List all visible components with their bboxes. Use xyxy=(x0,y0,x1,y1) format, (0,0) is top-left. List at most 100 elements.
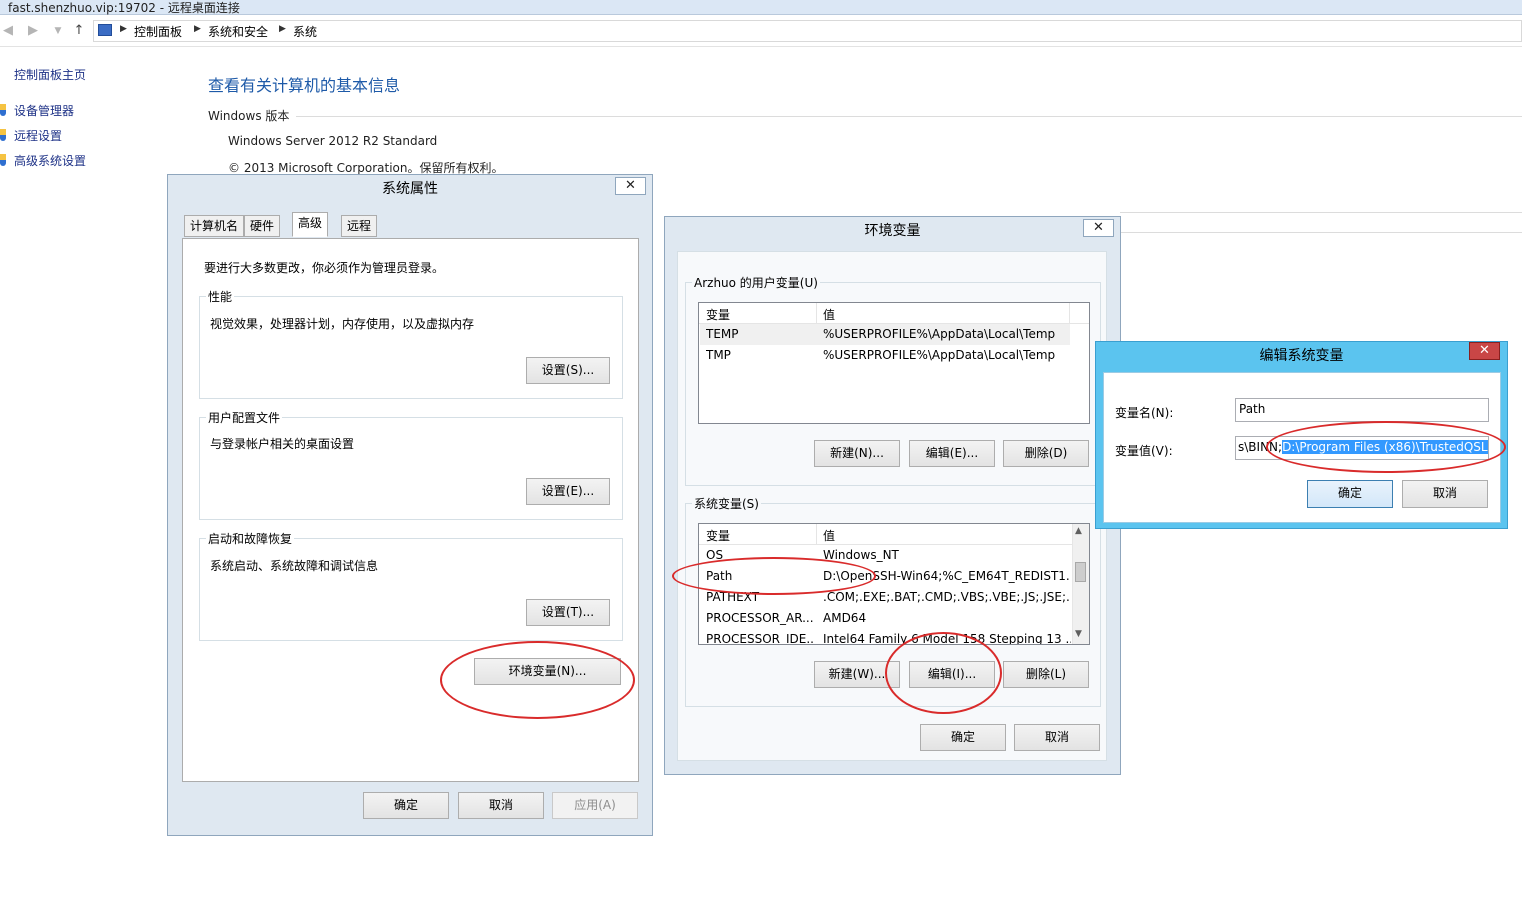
up-arrow-icon[interactable]: ↑ xyxy=(71,23,87,39)
advanced-system-settings-link[interactable]: 高级系统设置 xyxy=(14,152,86,169)
remote-settings-link[interactable]: 远程设置 xyxy=(14,127,62,144)
scrollbar-thumb[interactable] xyxy=(1075,562,1086,582)
column-header-variable[interactable]: 变量 xyxy=(706,306,730,323)
startup-recovery-label: 启动和故障恢复 xyxy=(206,530,295,547)
scroll-up-icon[interactable]: ▲ xyxy=(1075,526,1082,536)
variable-name-field[interactable]: Path xyxy=(1235,398,1489,422)
shield-icon xyxy=(0,104,6,116)
cancel-button[interactable]: 取消 xyxy=(1402,480,1488,508)
user-new-button[interactable]: 新建(N)... xyxy=(814,440,900,467)
variable-value-field[interactable]: s\BINN;D:\Program Files (x86)\TrustedQSL xyxy=(1235,436,1489,460)
forward-icon[interactable]: ▶ xyxy=(25,23,41,39)
startup-recovery-group: 启动和故障恢复 系统启动、系统故障和调试信息 设置(T)... xyxy=(199,530,623,641)
apply-button[interactable]: 应用(A) xyxy=(552,792,638,819)
chevron-right-icon: ▶ xyxy=(194,24,201,34)
address-bar[interactable]: ▶ 控制面板 ▶ 系统和安全 ▶ 系统 xyxy=(93,20,1522,42)
admin-note: 要进行大多数更改，你必须作为管理员登录。 xyxy=(204,261,445,275)
windows-edition-heading: Windows 版本 xyxy=(208,109,290,123)
window-title: fast.shenzhuo.vip:19702 - 远程桌面连接 xyxy=(8,1,240,15)
value-text-prefix: s\BINN; xyxy=(1238,440,1283,454)
user-profile-settings-button[interactable]: 设置(E)... xyxy=(526,478,610,505)
sys-var-name[interactable]: Path xyxy=(706,569,814,583)
user-edit-button[interactable]: 编辑(E)... xyxy=(909,440,995,467)
computer-icon xyxy=(98,24,112,36)
system-new-button[interactable]: 新建(W)... xyxy=(814,661,900,688)
section-divider xyxy=(1120,212,1522,213)
environment-variables-button[interactable]: 环境变量(N)... xyxy=(474,658,621,685)
column-divider xyxy=(816,524,817,544)
sys-var-value[interactable]: Windows_NT xyxy=(823,548,1071,562)
column-header-value[interactable]: 值 xyxy=(823,306,835,323)
breadcrumb-control-panel[interactable]: 控制面板 xyxy=(134,23,182,40)
user-variables-list[interactable]: 变量 值 TEMP %USERPROFILE%\AppData\Local\Te… xyxy=(698,302,1090,424)
close-icon[interactable]: ✕ xyxy=(1469,342,1500,360)
scroll-down-icon[interactable]: ▼ xyxy=(1075,629,1082,639)
vertical-scrollbar[interactable]: ▲ ▼ xyxy=(1072,524,1089,644)
tab-hardware[interactable]: 硬件 xyxy=(244,215,281,237)
sys-var-value[interactable]: Intel64 Family 6 Model 158 Stepping 13 .… xyxy=(823,632,1071,644)
breadcrumb-system-security[interactable]: 系统和安全 xyxy=(208,23,268,40)
user-profile-desc: 与登录帐户相关的桌面设置 xyxy=(210,437,355,451)
system-variables-list[interactable]: 变量 值 OS Windows_NT Path D:\OpenSSH-Win64… xyxy=(698,523,1090,645)
sys-var-value[interactable]: AMD64 xyxy=(823,611,1071,625)
performance-settings-button[interactable]: 设置(S)... xyxy=(526,357,610,384)
sys-var-name[interactable]: PROCESSOR_IDE... xyxy=(706,632,814,644)
environment-variables-dialog: 环境变量 ✕ Arzhuo 的用户变量(U) 变量 值 TEMP %USERPR… xyxy=(664,216,1121,775)
breadcrumb-system[interactable]: 系统 xyxy=(293,23,317,40)
user-variables-group: Arzhuo 的用户变量(U) 变量 值 TEMP %USERPROFILE%\… xyxy=(685,274,1101,486)
rdp-title-bar: fast.shenzhuo.vip:19702 - 远程桌面连接 xyxy=(0,0,1522,15)
sys-var-value[interactable]: D:\OpenSSH-Win64;%C_EM64T_REDIST1... xyxy=(823,569,1071,583)
column-header-variable[interactable]: 变量 xyxy=(706,527,730,544)
chevron-right-icon: ▶ xyxy=(279,24,286,34)
user-var-value[interactable]: %USERPROFILE%\AppData\Local\Temp xyxy=(823,327,1055,341)
ok-button[interactable]: 确定 xyxy=(920,724,1006,751)
tab-remote[interactable]: 远程 xyxy=(341,215,378,237)
tab-computer-name[interactable]: 计算机名 xyxy=(184,215,245,237)
list-header: 变量 值 xyxy=(699,524,1089,545)
user-var-name[interactable]: TMP xyxy=(706,348,731,362)
user-profile-group: 用户配置文件 与登录帐户相关的桌面设置 设置(E)... xyxy=(199,409,623,520)
chevron-right-icon: ▶ xyxy=(120,24,127,34)
dialog-title: 编辑系统变量 xyxy=(1259,348,1344,364)
back-icon[interactable]: ◀ xyxy=(0,23,16,39)
column-header-value[interactable]: 值 xyxy=(823,527,835,544)
ok-button[interactable]: 确定 xyxy=(1307,480,1393,508)
dialog-title: 系统属性 xyxy=(382,181,438,197)
value-text-selected: D:\Program Files (x86)\TrustedQSL xyxy=(1282,440,1488,454)
startup-recovery-desc: 系统启动、系统故障和调试信息 xyxy=(210,559,379,573)
ok-button[interactable]: 确定 xyxy=(363,792,449,819)
edition-text: Windows Server 2012 R2 Standard xyxy=(228,134,438,148)
sys-var-name[interactable]: PROCESSOR_AR... xyxy=(706,611,814,625)
system-edit-button[interactable]: 编辑(I)... xyxy=(909,661,995,688)
user-profile-label: 用户配置文件 xyxy=(206,409,283,426)
startup-recovery-settings-button[interactable]: 设置(T)... xyxy=(526,599,610,626)
user-variables-label: Arzhuo 的用户变量(U) xyxy=(692,274,820,291)
sys-var-name[interactable]: PATHEXT xyxy=(706,590,814,604)
control-panel-home-link[interactable]: 控制面板主页 xyxy=(14,66,86,83)
system-delete-button[interactable]: 删除(L) xyxy=(1003,661,1089,688)
tab-advanced[interactable]: 高级 xyxy=(292,212,329,237)
cancel-button[interactable]: 取消 xyxy=(1014,724,1100,751)
sys-var-name[interactable]: OS xyxy=(706,548,814,562)
system-variables-label: 系统变量(S) xyxy=(692,495,761,512)
dialog-body: 变量名(N): Path 变量值(V): s\BINN;D:\Program F… xyxy=(1103,372,1501,523)
shield-icon xyxy=(0,129,6,141)
close-icon[interactable]: ✕ xyxy=(1083,219,1114,237)
sys-var-value[interactable]: .COM;.EXE;.BAT;.CMD;.VBS;.VBE;.JS;.JSE;.… xyxy=(823,590,1071,604)
tab-strip: 计算机名 硬件 高级 远程 xyxy=(184,212,638,239)
user-var-name[interactable]: TEMP xyxy=(706,327,739,341)
user-delete-button[interactable]: 删除(D) xyxy=(1003,440,1089,467)
cancel-button[interactable]: 取消 xyxy=(458,792,544,819)
shield-icon xyxy=(0,154,6,166)
chevron-down-icon[interactable]: ▼ xyxy=(50,23,66,39)
dialog-title: 环境变量 xyxy=(864,223,921,239)
list-header: 变量 值 xyxy=(699,303,1089,324)
system-properties-dialog: 系统属性 ✕ 计算机名 硬件 高级 远程 要进行大多数更改，你必须作为管理员登录… xyxy=(167,174,653,836)
navigation-bar: ◀ ▶ ▼ ↑ ▶ 控制面板 ▶ 系统和安全 ▶ 系统 xyxy=(0,17,1522,47)
performance-label: 性能 xyxy=(206,288,235,305)
device-manager-link[interactable]: 设备管理器 xyxy=(14,102,74,119)
section-divider xyxy=(1100,232,1522,233)
performance-group: 性能 视觉效果，处理器计划，内存使用，以及虚拟内存 设置(S)... xyxy=(199,288,623,399)
close-icon[interactable]: ✕ xyxy=(615,177,646,195)
user-var-value[interactable]: %USERPROFILE%\AppData\Local\Temp xyxy=(823,348,1055,362)
